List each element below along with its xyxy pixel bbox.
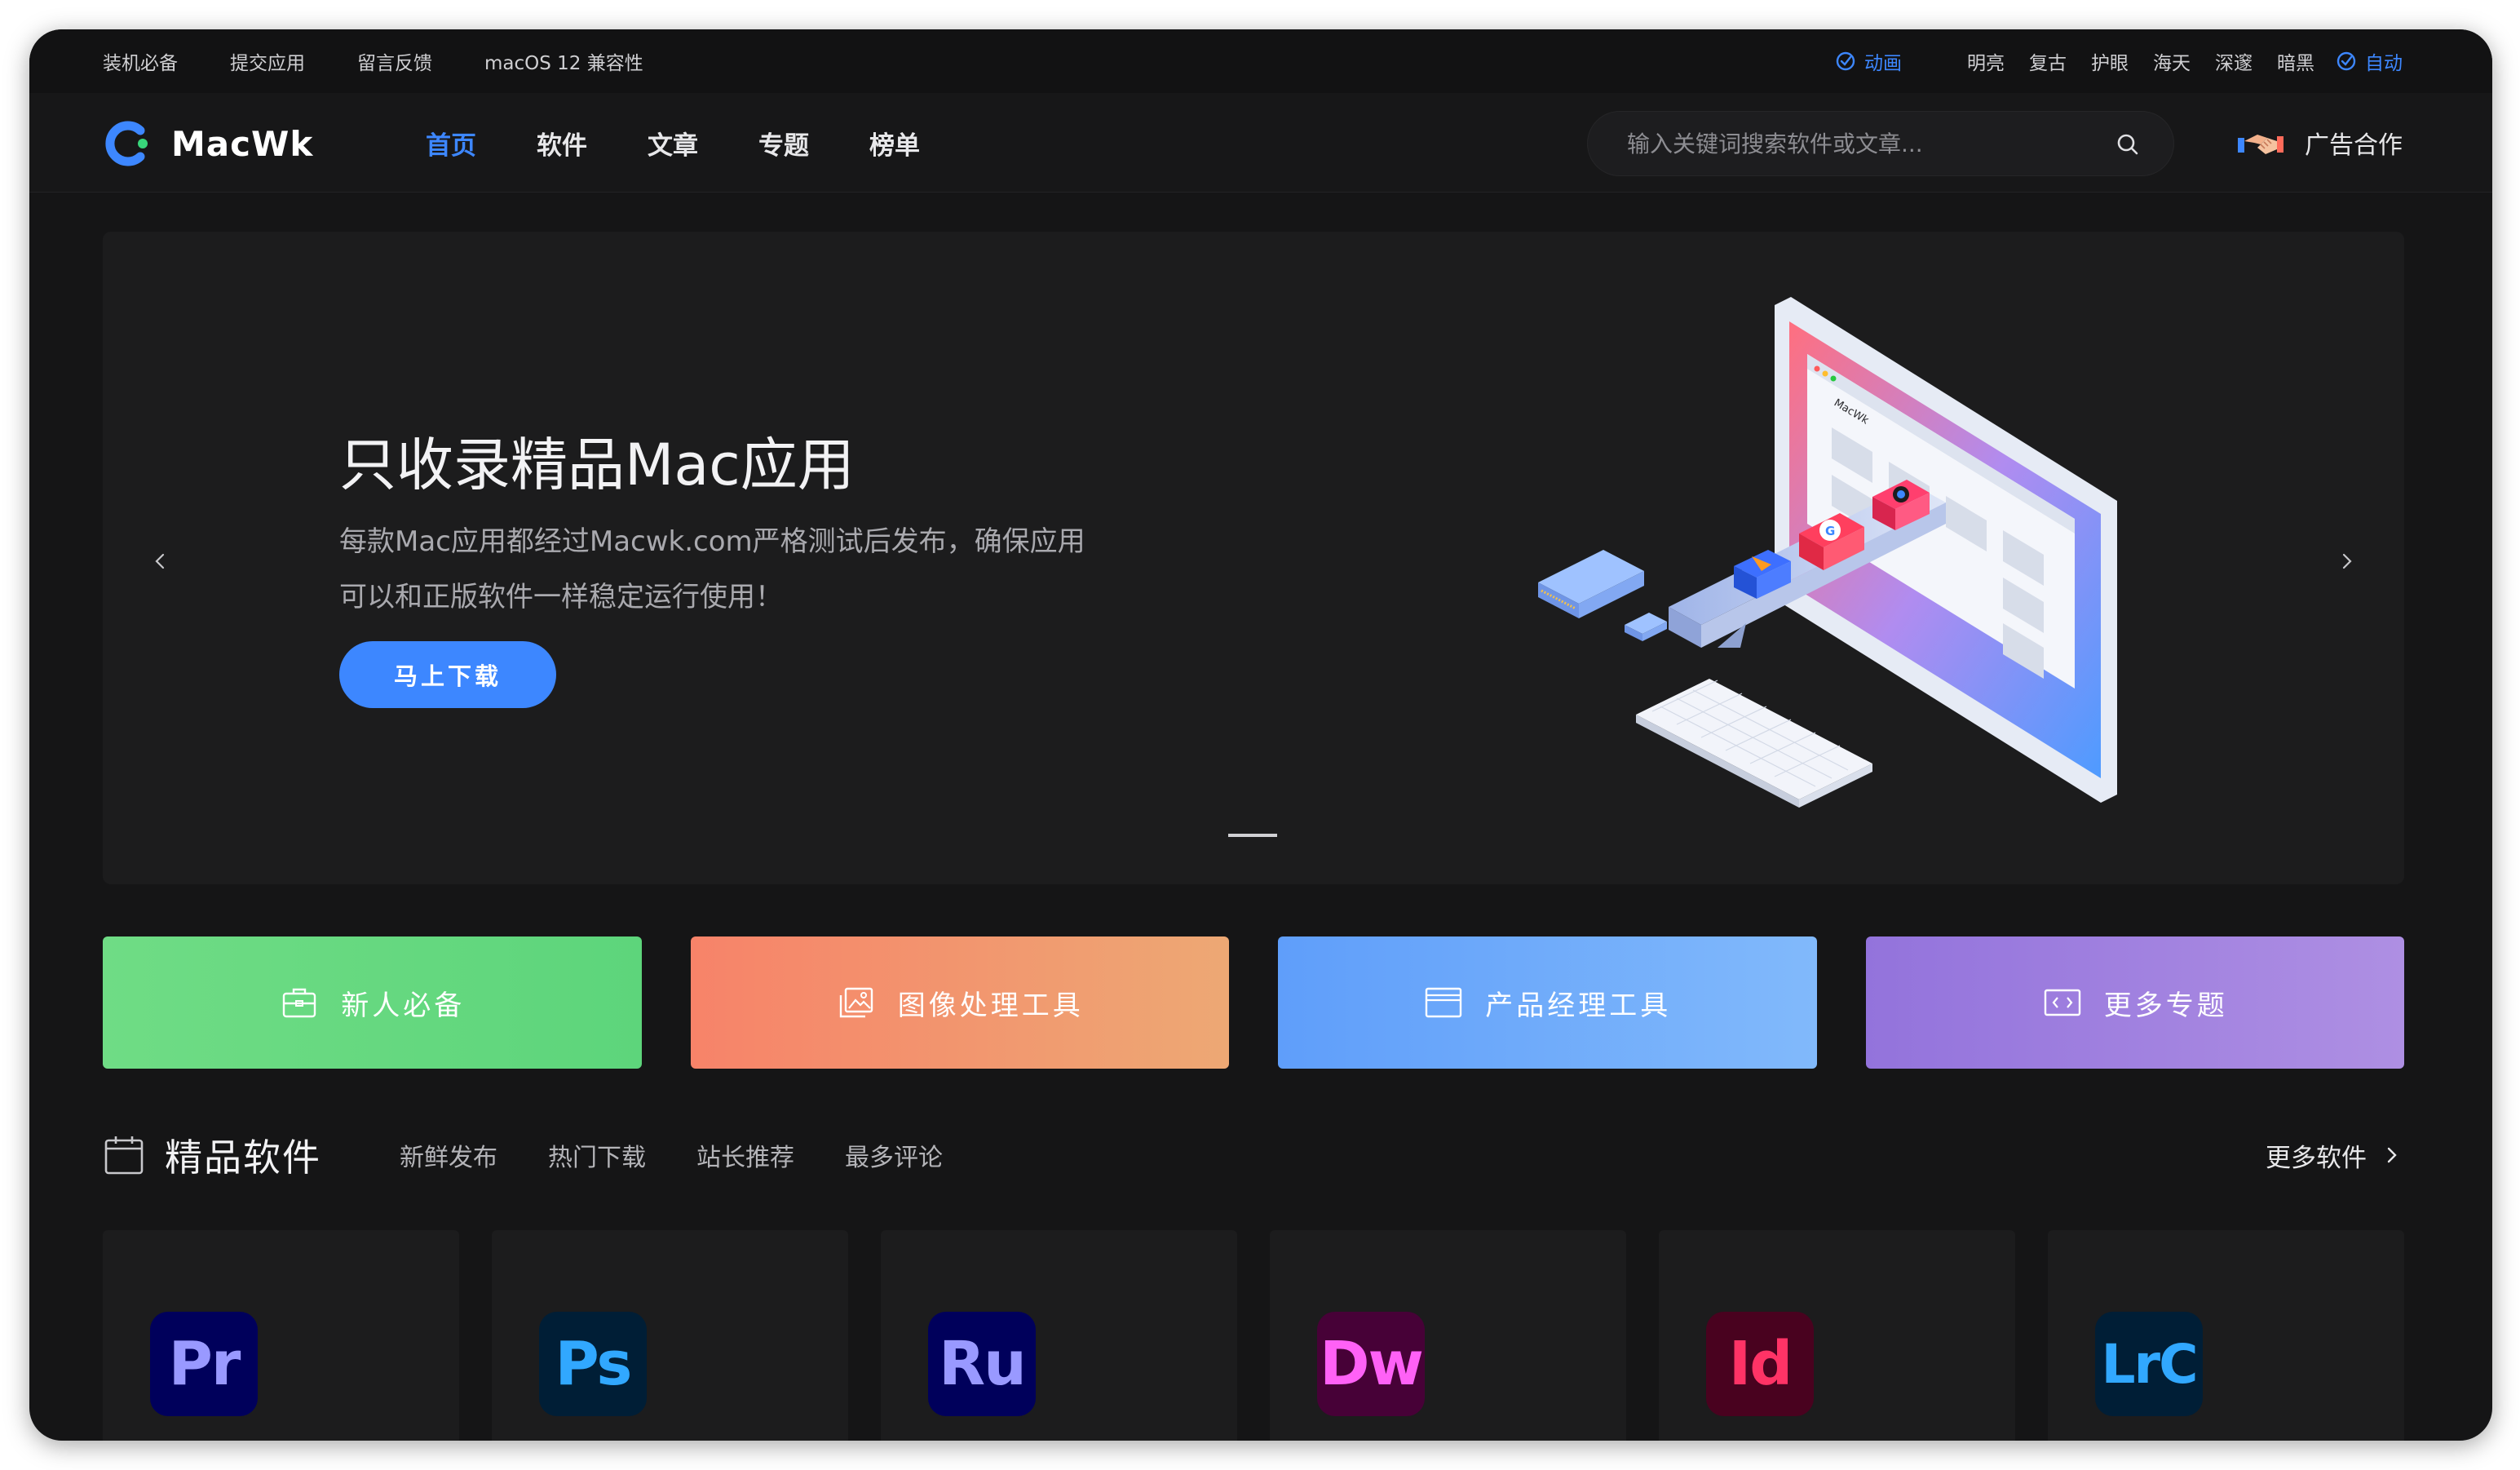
link-macos12-compat[interactable]: macOS 12 兼容性 (484, 47, 643, 75)
menu-rankings[interactable]: 榜单 (869, 125, 920, 162)
chevron-right-icon (2387, 1147, 2397, 1163)
indesign-icon: Id (1706, 1312, 1814, 1416)
tile-pm-tools[interactable]: 产品经理工具 (1278, 936, 1817, 1069)
svg-text:G: G (1825, 524, 1835, 538)
software-card[interactable]: Id (1659, 1230, 2015, 1441)
premiere-icon: Pr (150, 1312, 258, 1416)
main-menu: 首页 软件 文章 专题 榜单 (426, 93, 920, 193)
link-feedback[interactable]: 留言反馈 (357, 47, 432, 75)
lightroom-classic-icon: LrC (2095, 1312, 2203, 1416)
theme-retro[interactable]: 复古 (2029, 47, 2067, 75)
tile-label: 更多专题 (2103, 989, 2228, 1022)
window-layout-icon (1426, 987, 1462, 1018)
software-card[interactable]: Dw (1270, 1230, 1626, 1441)
browser-window: 装机必备 提交应用 留言反馈 macOS 12 兼容性 动画 明亮 复古 护眼 … (29, 29, 2492, 1441)
chevron-left-icon[interactable] (144, 545, 176, 578)
tile-more-topics[interactable]: 更多专题 (1865, 936, 2404, 1069)
carousel-indicator[interactable] (1228, 834, 1277, 837)
top-utility-bar: 装机必备 提交应用 留言反馈 macOS 12 兼容性 动画 明亮 复古 护眼 … (29, 29, 2492, 93)
tab-popular[interactable]: 热门下载 (548, 1137, 646, 1173)
section-tabs: 新鲜发布 热门下载 站长推荐 最多评论 (400, 1122, 943, 1188)
theme-deep[interactable]: 深邃 (2215, 47, 2253, 75)
featured-software-header: 精品软件 新鲜发布 热门下载 站长推荐 最多评论 更多软件 (103, 1122, 2404, 1188)
isometric-computer-illustration: MacWk G (1538, 297, 2117, 808)
menu-software[interactable]: 软件 (537, 125, 587, 162)
link-submit-app[interactable]: 提交应用 (230, 47, 305, 75)
tab-recommended[interactable]: 站长推荐 (696, 1137, 794, 1173)
macwk-logo-icon (105, 121, 148, 166)
rush-icon: Ru (928, 1312, 1036, 1416)
tile-label: 图像处理工具 (897, 989, 1084, 1022)
search-box (1587, 111, 2174, 176)
tile-image-tools[interactable]: 图像处理工具 (690, 936, 1229, 1069)
logo-text: MacWk (171, 123, 314, 164)
animation-label: 动画 (1864, 53, 1902, 74)
menu-home[interactable]: 首页 (426, 125, 476, 162)
check-circle-icon (1836, 51, 1855, 71)
site-logo[interactable]: MacWk (104, 119, 313, 168)
theme-sea-sky[interactable]: 海天 (2153, 47, 2191, 75)
dreamweaver-icon: Dw (1317, 1312, 1425, 1416)
hero-subtitle: 每款Mac应用都经过Macwk.com严格测试后发布，确保应用可以和正版软件一样… (339, 525, 1085, 613)
utility-links: 装机必备 提交应用 留言反馈 macOS 12 兼容性 (103, 29, 643, 93)
briefcase-icon (283, 988, 316, 1018)
tab-latest[interactable]: 新鲜发布 (400, 1137, 497, 1173)
code-brackets-icon (2044, 989, 2080, 1016)
ad-cooperation[interactable]: 广告合作 (2236, 93, 2403, 193)
software-card[interactable]: Pr (103, 1230, 459, 1441)
main-nav: MacWk 首页 软件 文章 专题 榜单 广告合作 (29, 93, 2492, 193)
download-now-button[interactable]: 马上下载 (339, 641, 556, 708)
menu-topics[interactable]: 专题 (758, 125, 809, 162)
hero-title: 只收录精品Mac应用 (339, 432, 855, 498)
software-card[interactable]: Ps (492, 1230, 848, 1441)
tile-label: 新人必备 (341, 989, 466, 1022)
section-title-group: 精品软件 (103, 1122, 321, 1188)
theme-eye-care[interactable]: 护眼 (2091, 47, 2129, 75)
more-software-link[interactable]: 更多软件 (2266, 1122, 2404, 1188)
check-circle-icon (2337, 51, 2356, 71)
link-essentials[interactable]: 装机必备 (103, 47, 178, 75)
image-gallery-icon (839, 987, 873, 1018)
software-card-list: Pr Ps Ru Dw Id LrC (103, 1230, 2404, 1441)
tile-label: 产品经理工具 (1485, 989, 1672, 1022)
more-software-label: 更多软件 (2266, 1143, 2367, 1173)
handshake-icon (2238, 135, 2283, 154)
hero-banner: 只收录精品Mac应用 每款Mac应用都经过Macwk.com严格测试后发布，确保… (103, 232, 2404, 884)
tile-newcomer-essentials[interactable]: 新人必备 (103, 936, 642, 1069)
calendar-icon (104, 1136, 144, 1175)
tab-most-comments[interactable]: 最多评论 (845, 1137, 943, 1173)
auto-theme-toggle[interactable]: 自动 (2336, 47, 2403, 75)
theme-bright[interactable]: 明亮 (1967, 47, 2005, 75)
theme-switcher: 动画 明亮 复古 护眼 海天 深邃 暗黑 自动 (1835, 29, 2403, 93)
auto-label: 自动 (2365, 53, 2403, 74)
theme-dark[interactable]: 暗黑 (2277, 47, 2314, 75)
software-card[interactable]: Ru (881, 1230, 1237, 1441)
photoshop-icon: Ps (539, 1312, 647, 1416)
menu-articles[interactable]: 文章 (648, 125, 698, 162)
search-icon[interactable] (2115, 131, 2141, 157)
chevron-right-icon[interactable] (2331, 545, 2363, 578)
ad-label: 广告合作 (2305, 131, 2403, 160)
software-card[interactable]: LrC (2048, 1230, 2404, 1441)
section-title: 精品软件 (165, 1136, 321, 1180)
animation-toggle[interactable]: 动画 (1835, 47, 1902, 75)
search-input[interactable] (1627, 112, 2084, 175)
category-tiles: 新人必备 图像处理工具 产品经理工具 更多专题 (103, 936, 2404, 1069)
